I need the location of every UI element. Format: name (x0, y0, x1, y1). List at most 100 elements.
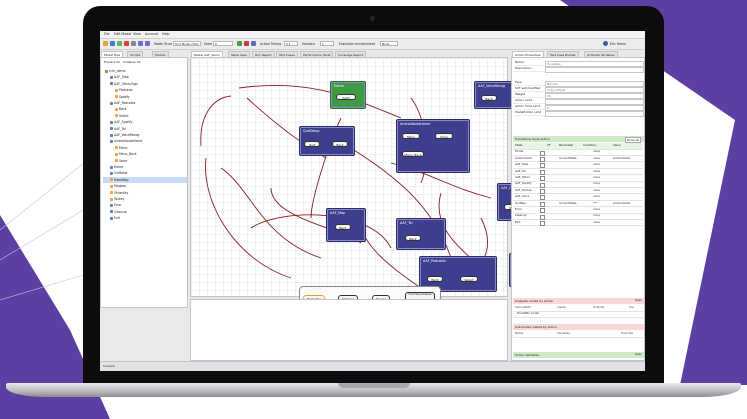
zoom-out-icon[interactable] (145, 41, 150, 46)
menu-edit-model[interactable]: Edit Model (114, 32, 131, 36)
tree-item[interactable]: Spotify (103, 94, 187, 100)
play-icon[interactable] (237, 41, 242, 46)
model-canvas[interactable]: Home Auth AAF_VoiceRecog Back QuitSetup … (190, 57, 569, 312)
toolbar: Mode: Error Tour Model (Tbd) Seed 0 Acti… (100, 39, 645, 50)
state-quit[interactable]: Quit (304, 141, 320, 147)
tree-item-label: Error (114, 203, 122, 208)
timing-label: Action Timing (260, 42, 282, 46)
tree-item[interactable]: Exit (103, 215, 187, 221)
tree-item[interactable]: AAF_Other/App (103, 81, 187, 87)
state-auth[interactable]: Auth (336, 94, 356, 100)
tree-item[interactable]: HomeKey (103, 176, 187, 183)
delete-icon[interactable] (124, 41, 129, 46)
collapse-all-button[interactable]: Collapse All (123, 60, 140, 64)
tree-node-icon (110, 203, 113, 207)
node-quit-setup[interactable]: QuitSetup Quit Back (299, 126, 355, 156)
tree-item[interactable]: Select (103, 113, 187, 119)
tree-item[interactable]: AAF_VoiceRecog (103, 132, 187, 138)
tab-console[interactable]: Console (103, 364, 115, 368)
state-voice-back[interactable]: Back (481, 95, 497, 101)
env-select[interactable]: None (380, 41, 398, 46)
tree-item[interactable]: Taskey (103, 196, 187, 202)
menu-file[interactable]: File (104, 32, 110, 36)
tree-item[interactable]: Menu (103, 145, 187, 151)
state-quit-back[interactable]: Back (332, 141, 348, 147)
tree-item[interactable]: OtherKey (103, 190, 187, 196)
submodels-columns: Name Variables Override (513, 331, 643, 338)
col-override: Override (621, 331, 634, 335)
state-podcasts-select[interactable]: Select (460, 276, 478, 282)
tree-item[interactable]: Cleanup (103, 209, 187, 215)
snippets-open-button[interactable]: Open (635, 298, 642, 304)
state-menu-back[interactable]: Menu_Back (402, 151, 424, 157)
tree-node-icon (110, 127, 113, 131)
tree-item[interactable]: AAF_Step (103, 74, 187, 80)
menu-account[interactable]: Account (145, 32, 158, 36)
tree-node-icon (110, 139, 113, 143)
node-map-title: AAF_Map (330, 211, 346, 215)
node-aaf-tel[interactable]: AAF_Tel Back (396, 218, 446, 250)
node-aaf-map[interactable]: AAF_Map Back (326, 208, 366, 242)
grid-cell-state: Cleanup (515, 213, 527, 218)
env-label: Execution environment (339, 42, 375, 46)
zoom-in-icon[interactable] (138, 41, 143, 46)
tree-item[interactable]: Error (103, 202, 187, 208)
user-avatar-icon (603, 41, 608, 46)
menu-view[interactable]: View (133, 32, 141, 36)
new-icon[interactable] (103, 41, 108, 46)
tree-node-icon (110, 197, 113, 201)
menu-help[interactable]: Help (162, 32, 170, 36)
tree-item[interactable]: Mapbox (103, 183, 187, 189)
tree-item[interactable]: AAF_Spotify (103, 119, 187, 125)
property-value[interactable] (545, 66, 644, 73)
tree-item[interactable]: AAF_Tel (103, 126, 187, 132)
state-menu[interactable]: Menu (402, 133, 420, 139)
versions-input[interactable]: 1 (320, 41, 334, 46)
console-panel[interactable] (190, 299, 508, 361)
laptop-notch (338, 383, 410, 388)
tree-item[interactable]: Back (103, 106, 187, 112)
transitions-filter-select[interactable]: show all (624, 136, 641, 143)
seed-input[interactable]: 0 (213, 41, 233, 46)
undo-icon[interactable] (131, 41, 136, 46)
node-podcasts-title: AAF_Podcasts (423, 259, 446, 263)
transition-checkbox[interactable] (540, 220, 545, 226)
seed-label: Seed (204, 42, 212, 46)
tree-node-icon (110, 133, 113, 137)
tree-item[interactable]: AAF_Podcasts (103, 100, 187, 106)
tree-item[interactable]: Home (103, 164, 187, 170)
tree-node-icon (105, 69, 108, 73)
property-key: Action Time Limit (515, 104, 541, 108)
grid-cell-val: none (593, 181, 600, 186)
submodels-header: Submodels Called by Action (513, 324, 644, 330)
save-icon[interactable] (117, 41, 122, 46)
model-tree: rchr_demo AAF_Step AAF_Other/App Podcasts Sp… (103, 68, 187, 248)
stop-icon[interactable] (244, 41, 249, 46)
property-value[interactable] (545, 110, 644, 117)
tree-item[interactable]: AndroidAutoHome (103, 138, 187, 144)
state-podcasts-back[interactable]: Back (427, 276, 443, 282)
expand-all-button[interactable]: Expand All (104, 60, 120, 64)
snippets-row[interactable]: HomeBtn script (513, 311, 643, 318)
transition-row[interactable]: Exit none (513, 220, 643, 227)
step-icon[interactable] (251, 41, 256, 46)
tree-item[interactable]: Podcasts (103, 87, 187, 93)
state-tel-back[interactable]: Back (405, 235, 421, 241)
node-home[interactable]: Home Auth (330, 81, 366, 109)
tree-item[interactable]: rchr_demo (103, 68, 187, 74)
action-variables-open-button[interactable]: Open (635, 352, 642, 358)
node-android-auto-home[interactable]: AndroidAutoHome Menu Voice Menu_Back (396, 119, 470, 173)
mode-select[interactable]: Tour Model (Tbd) (173, 41, 201, 46)
tree-item[interactable]: Menu_Back (103, 151, 187, 157)
col-name: Name (515, 331, 524, 335)
tree-item[interactable]: Surfbeat (103, 170, 187, 176)
grid-cell-val: none (593, 219, 600, 224)
open-icon[interactable] (110, 41, 115, 46)
state-voice[interactable]: Voice (435, 133, 453, 139)
user-name[interactable]: Eric Horne (610, 42, 626, 46)
timing-input[interactable]: 0 1 (284, 41, 298, 46)
menu-bar: File Edit Model View Account Help (100, 31, 645, 39)
tree-item[interactable]: Voice (103, 158, 187, 164)
tree-item-label: Home (114, 165, 124, 169)
state-map-back[interactable]: Back (335, 224, 351, 230)
